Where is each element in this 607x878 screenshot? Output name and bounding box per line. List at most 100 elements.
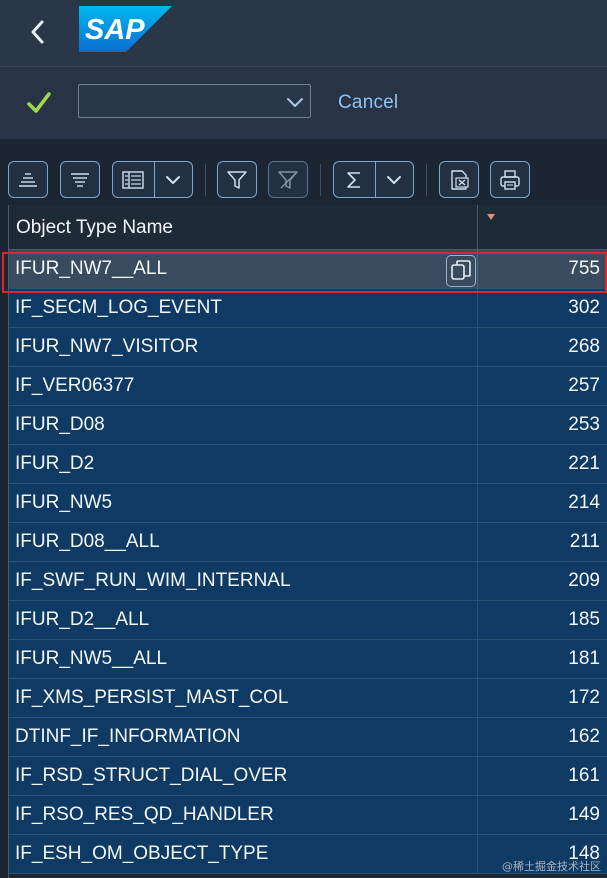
column-separator (477, 445, 478, 484)
column-header-object-type-name[interactable]: Object Type Name (16, 217, 173, 239)
count-cell: 149 (568, 804, 600, 825)
column-separator (477, 757, 478, 796)
table-row[interactable]: DTINF_IF_INFORMATION 162 (9, 718, 607, 757)
sort-descending-button[interactable] (60, 161, 100, 198)
toolbar-divider (426, 164, 427, 196)
sum-menu-button[interactable] (333, 161, 414, 198)
layout-button[interactable] (113, 162, 154, 197)
object-type-name-cell: IFUR_NW7_VISITOR (15, 336, 199, 357)
back-button[interactable] (18, 12, 58, 52)
table-row[interactable]: IFUR_D08 253 (9, 406, 607, 445)
sap-logo-text: SAP (85, 14, 145, 46)
object-type-name-cell: IF_RSO_RES_QD_HANDLER (15, 804, 274, 825)
count-cell: 211 (569, 531, 600, 552)
count-cell: 172 (568, 687, 600, 708)
count-cell: 214 (568, 492, 600, 513)
column-separator[interactable] (477, 205, 478, 250)
layout-menu-button[interactable] (112, 161, 193, 198)
count-cell: 209 (568, 570, 600, 591)
sort-ascending-button[interactable] (8, 161, 48, 198)
object-type-name-cell: IFUR_D2__ALL (15, 609, 150, 630)
object-type-name-cell: IFUR_D2 (15, 453, 95, 474)
table-row[interactable]: IFUR_NW5 214 (9, 484, 607, 523)
layout-dropdown[interactable] (155, 162, 192, 197)
object-type-name-cell: IFUR_NW5__ALL (15, 648, 168, 669)
toolbar-divider (320, 164, 321, 196)
column-separator (477, 367, 478, 406)
export-excel-button[interactable] (439, 161, 479, 198)
count-cell: 162 (568, 726, 600, 747)
column-separator (477, 679, 478, 718)
object-type-name-cell: IF_SWF_RUN_WIM_INTERNAL (15, 570, 291, 591)
count-cell: 755 (568, 258, 600, 279)
column-separator (477, 406, 478, 445)
column-separator (477, 523, 478, 562)
object-type-name-cell: IF_ESH_OM_OBJECT_TYPE (15, 843, 269, 864)
count-cell: 185 (568, 609, 600, 630)
table-row[interactable]: IF_SECM_LOG_EVENT 302 (9, 289, 607, 328)
print-button[interactable] (490, 161, 530, 198)
object-type-name-cell: IF_SECM_LOG_EVENT (15, 297, 222, 318)
copy-button[interactable] (446, 255, 476, 287)
table-row[interactable]: IFUR_NW7_VISITOR 268 (9, 328, 607, 367)
table-row[interactable]: IFUR_D2__ALL 185 (9, 601, 607, 640)
print-icon (500, 169, 520, 190)
column-separator (477, 328, 478, 367)
shell-bar: SAP (0, 0, 607, 66)
sort-descending-icon (71, 172, 89, 187)
variant-select-input[interactable] (85, 91, 279, 113)
sum-button[interactable] (334, 162, 375, 197)
column-separator (477, 796, 478, 835)
filter-button[interactable] (217, 161, 257, 198)
chevron-down-icon (387, 175, 402, 184)
checkmark-icon (27, 92, 51, 113)
filter-icon (227, 170, 247, 189)
confirm-button[interactable] (24, 88, 54, 118)
count-cell: 181 (568, 648, 600, 669)
column-separator (477, 640, 478, 679)
clear-filter-button[interactable] (268, 161, 308, 198)
object-type-name-cell: IFUR_NW5 (15, 492, 113, 513)
table-row[interactable]: IFUR_D2 221 (9, 445, 607, 484)
clear-filter-icon (278, 170, 298, 189)
object-type-name-cell: IF_VER06377 (15, 375, 135, 396)
results-table: Object Type Name IFUR_NW7__ALL 755 IF_SECM… (8, 205, 607, 878)
layout-icon (122, 170, 145, 189)
table-row[interactable]: IF_RSD_STRUCT_DIAL_OVER 161 (9, 757, 607, 796)
column-separator (477, 562, 478, 601)
table-row[interactable]: IFUR_NW5__ALL 181 (9, 640, 607, 679)
count-cell: 268 (568, 336, 600, 357)
count-cell: 161 (568, 765, 600, 786)
count-cell: 302 (568, 297, 600, 318)
variant-select[interactable] (78, 84, 311, 118)
export-excel-icon (451, 169, 469, 190)
object-type-name-cell: IFUR_D08__ALL (15, 531, 160, 552)
column-separator (477, 601, 478, 640)
column-separator (477, 718, 478, 757)
column-separator (477, 484, 478, 523)
table-header: Object Type Name (9, 205, 607, 250)
object-type-name-cell: IF_RSD_STRUCT_DIAL_OVER (15, 765, 288, 786)
object-type-name-cell: IF_XMS_PERSIST_MAST_COL (15, 687, 289, 708)
object-type-name-cell: DTINF_IF_INFORMATION (15, 726, 241, 747)
toolbar-divider (205, 164, 206, 196)
sort-indicator-icon[interactable] (487, 214, 495, 220)
cancel-button[interactable]: Cancel (338, 92, 398, 114)
table-row[interactable]: IFUR_D08__ALL 211 (9, 523, 607, 562)
object-type-name-cell: IFUR_NW7__ALL (15, 258, 168, 279)
column-separator (477, 289, 478, 328)
sort-ascending-icon (19, 172, 37, 187)
count-cell: 253 (568, 414, 600, 435)
copy-icon (451, 260, 471, 280)
sum-dropdown[interactable] (376, 162, 413, 197)
chevron-down-icon[interactable] (284, 91, 306, 113)
table-row[interactable]: IFUR_NW7__ALL 755 (9, 250, 607, 289)
sap-logo: SAP (79, 6, 172, 52)
table-row[interactable]: IF_XMS_PERSIST_MAST_COL 172 (9, 679, 607, 718)
table-row[interactable]: IF_SWF_RUN_WIM_INTERNAL 209 (9, 562, 607, 601)
column-separator (477, 250, 478, 289)
table-row[interactable]: IF_VER06377 257 (9, 367, 607, 406)
sum-icon (347, 171, 361, 188)
column-separator (477, 835, 478, 874)
table-row[interactable]: IF_RSO_RES_QD_HANDLER 149 (9, 796, 607, 835)
